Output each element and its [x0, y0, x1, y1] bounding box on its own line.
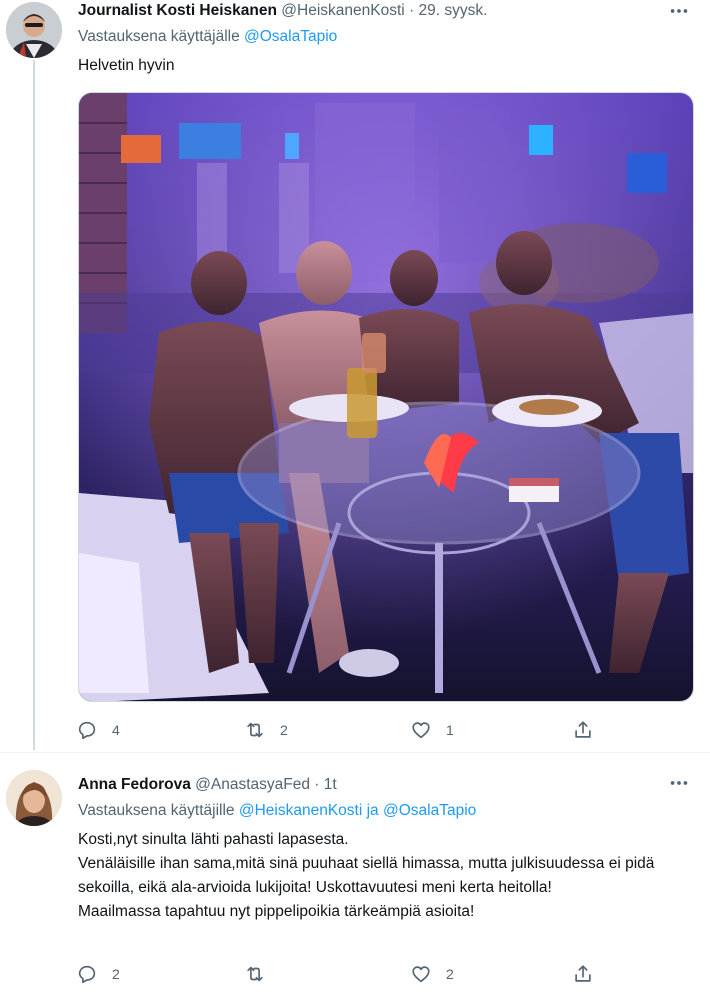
more-options-icon[interactable]	[668, 0, 690, 27]
replying-to: Vastauksena käyttäjälle @OsalaTapio	[78, 28, 337, 46]
tweet-divider	[0, 752, 710, 753]
reply-button[interactable]: 2	[76, 962, 120, 986]
retweet-count: 2	[280, 722, 288, 738]
tweet-photo[interactable]	[78, 92, 694, 702]
more-options-icon[interactable]	[668, 772, 690, 799]
share-button[interactable]	[572, 962, 594, 986]
tweet-header: Anna Fedorova @AnastasyaFed · 1t	[78, 776, 337, 794]
like-button[interactable]: 2	[410, 962, 454, 986]
tweet-text-line: Kosti,nyt sinulta lähti pahasti lapasest…	[78, 831, 349, 848]
reply-count: 4	[112, 722, 120, 738]
share-icon	[575, 721, 591, 738]
thread-connector-line	[33, 60, 35, 750]
heart-icon	[412, 966, 430, 983]
mention-link[interactable]: @HeiskanenKosti	[239, 802, 362, 819]
tweet-text: Kosti,nyt sinulta lähti pahasti lapasest…	[78, 828, 688, 924]
share-button[interactable]	[572, 718, 594, 742]
replying-to: Vastauksena käyttäjille @HeiskanenKosti …	[78, 802, 476, 820]
like-button[interactable]: 1	[410, 718, 454, 742]
retweet-button[interactable]	[244, 962, 280, 986]
tweet[interactable]: Anna Fedorova @AnastasyaFed · 1t Vastauk…	[0, 756, 710, 1000]
reply-button[interactable]: 4	[76, 718, 120, 742]
separator-dot: ·	[314, 776, 320, 793]
reply-icon	[78, 965, 96, 984]
tweet[interactable]: Journalist Kosti Heiskanen @HeiskanenKos…	[0, 0, 710, 750]
author-name[interactable]: Journalist Kosti Heiskanen	[78, 2, 277, 19]
avatar[interactable]	[6, 2, 62, 58]
share-icon	[575, 965, 591, 982]
author-handle[interactable]: @HeiskanenKosti	[281, 2, 404, 19]
tweet-text: Helvetin hyvin	[78, 57, 175, 74]
like-count: 2	[446, 966, 454, 982]
author-name[interactable]: Anna Fedorova	[78, 776, 191, 793]
mention-link[interactable]: @OsalaTapio	[244, 28, 337, 45]
retweet-icon	[247, 722, 263, 738]
timestamp[interactable]: 29. syysk.	[419, 2, 488, 19]
reply-count: 2	[112, 966, 120, 982]
replying-prefix: Vastauksena käyttäjille	[78, 802, 235, 819]
retweet-button[interactable]: 2	[244, 718, 288, 742]
like-count: 1	[446, 722, 454, 738]
retweet-icon	[247, 966, 263, 982]
mention-conjunction: ja	[366, 802, 379, 819]
tweet-text-line: Venäläisille ihan sama,mitä sinä puuhaat…	[78, 855, 655, 896]
mention-link[interactable]: @OsalaTapio	[383, 802, 476, 819]
heart-icon	[412, 722, 430, 739]
tweet-actions: 2 2	[76, 962, 616, 986]
tweet-header: Journalist Kosti Heiskanen @HeiskanenKos…	[78, 2, 487, 20]
tweet-actions: 4 2 1	[76, 718, 616, 742]
author-handle[interactable]: @AnastasyaFed	[195, 776, 310, 793]
avatar[interactable]	[6, 770, 62, 826]
replying-prefix: Vastauksena käyttäjälle	[78, 28, 240, 45]
tweet-text-line: Maailmassa tapahtuu nyt pippelipoikia tä…	[78, 903, 475, 920]
separator-dot: ·	[409, 2, 415, 19]
timestamp[interactable]: 1t	[324, 776, 337, 793]
reply-icon	[78, 721, 96, 740]
